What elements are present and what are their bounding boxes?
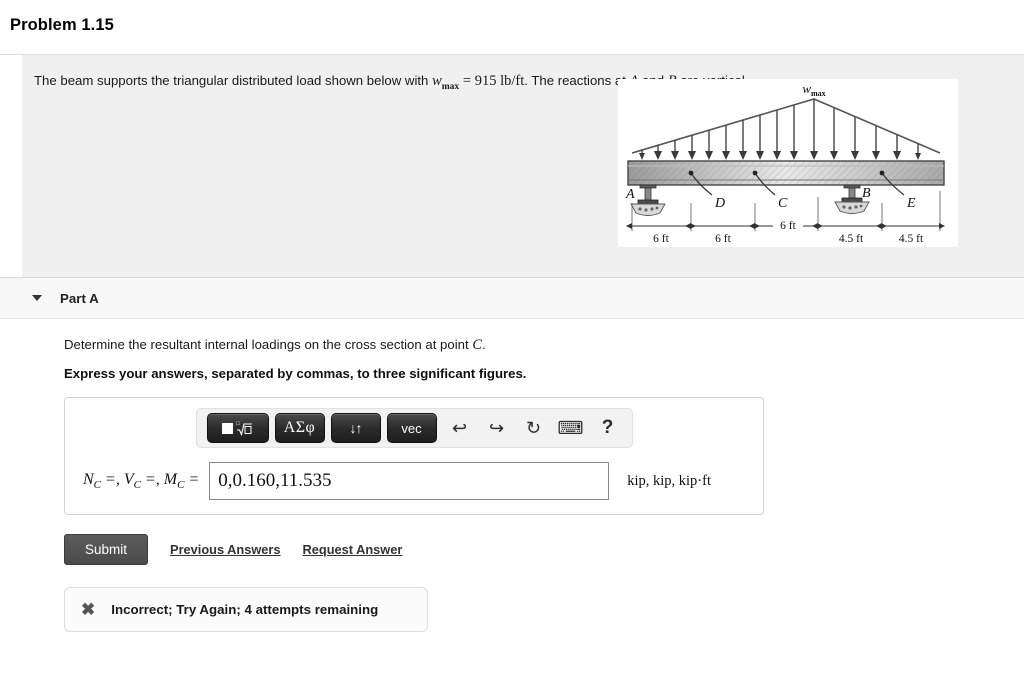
beam-figure: wmax A B D C E 6 ft 6 ft 6 ft 4.5 ft 4.5… bbox=[618, 79, 958, 247]
label-e: E bbox=[906, 196, 916, 211]
undo-icon[interactable]: ↩ bbox=[446, 415, 474, 441]
toolbar-row: □ ΑΣφ ↓↑ vec ↩ ↪ ↻ ⌨ ? bbox=[79, 408, 749, 448]
svg-text:□: □ bbox=[236, 421, 240, 427]
point-c-dot bbox=[752, 170, 758, 176]
vector-button[interactable]: vec bbox=[386, 413, 437, 443]
math-toolbar: □ ΑΣφ ↓↑ vec ↩ ↪ ↻ ⌨ ? bbox=[195, 408, 633, 448]
sep-2: , bbox=[155, 470, 160, 488]
dim-label-3: 4.5 ft bbox=[839, 233, 864, 245]
prompt-text-after: . bbox=[482, 337, 486, 352]
answer-units: kip, kip, kip·ft bbox=[627, 472, 711, 489]
eq-2: = bbox=[144, 470, 156, 488]
feedback-banner: ✖ Incorrect; Try Again; 4 attempts remai… bbox=[64, 587, 428, 632]
redo-icon[interactable]: ↪ bbox=[483, 415, 511, 441]
dim-label-0: 6 ft bbox=[653, 233, 669, 245]
problem-header: Problem 1.15 bbox=[0, 0, 1024, 55]
submit-row: Submit Previous Answers Request Answer bbox=[64, 534, 1024, 565]
beam-diagram-svg: wmax A B D C E 6 ft 6 ft 6 ft 4.5 ft 4.5… bbox=[618, 79, 958, 247]
label-d: D bbox=[714, 196, 725, 211]
part-a-body: Determine the resultant internal loading… bbox=[0, 319, 1024, 632]
label-c: C bbox=[778, 196, 788, 211]
x-mark-icon: ✖ bbox=[81, 600, 96, 619]
problem-statement-panel: The beam supports the triangular distrib… bbox=[22, 55, 1024, 277]
answer-entry-box: □ ΑΣφ ↓↑ vec ↩ ↪ ↻ ⌨ ? NC =, VC =, MC = … bbox=[64, 397, 764, 515]
w-max-value: 915 lb/ft bbox=[474, 73, 525, 89]
point-d-dot bbox=[688, 170, 694, 176]
var-v: V bbox=[123, 470, 134, 488]
radical-icon: □ bbox=[236, 421, 252, 437]
previous-answers-link[interactable]: Previous Answers bbox=[170, 542, 280, 557]
part-a-prompt: Determine the resultant internal loading… bbox=[64, 337, 1024, 354]
template-button[interactable]: □ bbox=[206, 413, 269, 443]
eq-1: = bbox=[105, 470, 116, 488]
dim-label-2: 6 ft bbox=[780, 220, 796, 232]
submit-button[interactable]: Submit bbox=[64, 534, 149, 565]
part-a-label: Part A bbox=[60, 290, 99, 306]
square-placeholder-icon bbox=[222, 422, 233, 434]
sep-1: , bbox=[115, 470, 120, 488]
equals-sign: = bbox=[462, 73, 472, 89]
request-answer-link[interactable]: Request Answer bbox=[303, 542, 403, 557]
prompt-text-before: Determine the resultant internal loading… bbox=[64, 337, 469, 352]
w-max-figure-sub: max bbox=[811, 89, 826, 98]
arrows-button[interactable]: ↓↑ bbox=[330, 413, 381, 443]
var-n: N bbox=[83, 470, 94, 488]
w-max-figure-symbol: w bbox=[802, 81, 811, 96]
eq-3: = bbox=[188, 470, 200, 488]
w-max-symbol: wmax bbox=[432, 73, 460, 92]
statement-text-before: The beam supports the triangular distrib… bbox=[34, 73, 429, 88]
prompt-point-c: C bbox=[472, 337, 482, 353]
answer-variable-label: NC =, VC =, MC = bbox=[83, 471, 199, 491]
var-m-sub: C bbox=[177, 479, 185, 492]
answer-input-row: NC =, VC =, MC = kip, kip, kip·ft bbox=[79, 462, 749, 500]
statement-text-after-1: . The reactions at bbox=[524, 73, 626, 88]
part-a-instruction: Express your answers, separated by comma… bbox=[64, 366, 527, 381]
dim-label-4: 4.5 ft bbox=[899, 233, 924, 245]
point-e-dot bbox=[879, 170, 885, 176]
var-v-sub: C bbox=[133, 479, 141, 492]
greek-symbols-button[interactable]: ΑΣφ bbox=[274, 413, 325, 443]
label-a: A bbox=[625, 187, 635, 202]
var-n-sub: C bbox=[93, 479, 102, 492]
var-m: M bbox=[163, 470, 178, 488]
problem-page: Problem 1.15 The beam supports the trian… bbox=[0, 0, 1024, 674]
reset-icon[interactable]: ↻ bbox=[520, 415, 548, 441]
dim-label-1: 6 ft bbox=[715, 233, 731, 245]
part-a-header[interactable]: Part A bbox=[0, 277, 1024, 319]
page-title: Problem 1.15 bbox=[10, 16, 114, 34]
chevron-down-icon[interactable] bbox=[32, 295, 42, 301]
answer-input[interactable] bbox=[209, 462, 610, 500]
keyboard-icon[interactable]: ⌨ bbox=[557, 415, 585, 441]
feedback-message: Incorrect; Try Again; 4 attempts remaini… bbox=[111, 602, 379, 617]
label-b: B bbox=[862, 186, 871, 201]
help-icon[interactable]: ? bbox=[594, 415, 622, 441]
